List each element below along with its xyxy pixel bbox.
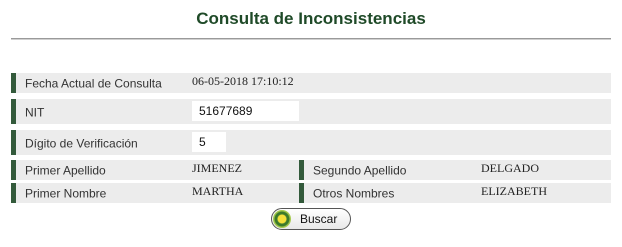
fecha-value: 06-05-2018 17:10:12 xyxy=(192,74,294,88)
row-digito: Dígito de Verificación 5 xyxy=(11,130,611,155)
digito-field[interactable]: 5 xyxy=(192,132,226,152)
green-circle-icon xyxy=(273,210,291,228)
nit-field[interactable]: 51677689 xyxy=(192,101,299,121)
segundo-apellido-value: DELGADO xyxy=(481,161,539,175)
primer-nombre-value: MARTHA xyxy=(192,184,244,198)
primer-apellido-label: Primer Apellido xyxy=(11,160,182,180)
row-fecha: Fecha Actual de Consulta 06-05-2018 17:1… xyxy=(11,73,611,93)
row-apellidos: Primer Apellido JIMENEZ Segundo Apellido… xyxy=(11,160,611,180)
otros-nombres-label: Otros Nombres xyxy=(299,183,471,203)
segundo-apellido-label: Segundo Apellido xyxy=(299,160,471,180)
title-divider xyxy=(11,38,611,40)
primer-nombre-label: Primer Nombre xyxy=(11,183,182,203)
fecha-label: Fecha Actual de Consulta xyxy=(11,73,182,93)
otros-nombres-value: ELIZABETH xyxy=(481,184,547,198)
primer-apellido-value: JIMENEZ xyxy=(192,161,242,175)
nit-label: NIT xyxy=(11,99,182,124)
digito-label: Dígito de Verificación xyxy=(11,130,182,155)
page-title: Consulta de Inconsistencias xyxy=(196,9,426,28)
buscar-label: Buscar xyxy=(300,212,338,226)
row-nit: NIT 51677689 xyxy=(11,99,611,124)
buscar-button[interactable]: Buscar xyxy=(271,208,351,230)
row-nombres: Primer Nombre MARTHA Otros Nombres ELIZA… xyxy=(11,183,611,203)
